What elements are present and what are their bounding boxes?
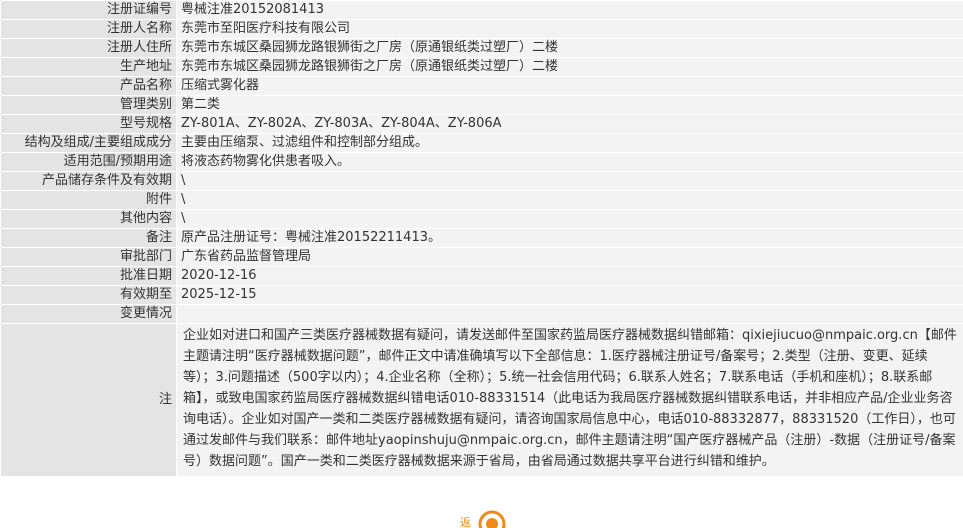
- row-label-product-name: 产品名称: [1, 77, 177, 96]
- row-value-structure: 主要由压缩泵、过滤组件和控制部分组成。: [177, 134, 963, 153]
- row-value-approval-dept: 广东省药品监督管理局: [177, 248, 963, 267]
- detail-row: 有效期至 2025-12-15: [1, 286, 963, 305]
- row-label-registration-no: 注册证编号: [1, 1, 177, 20]
- row-label-valid-until: 有效期至: [1, 286, 177, 305]
- row-label-registrant-address: 注册人住所: [1, 39, 177, 58]
- detail-row: 管理类别 第二类: [1, 96, 963, 115]
- row-label-registrant-name: 注册人名称: [1, 20, 177, 39]
- row-value-intended-use: 将液态药物雾化供患者吸入。: [177, 153, 963, 172]
- detail-rows: 注册证编号 粤械注准20152081413 注册人名称 东莞市至阳医疗科技有限公…: [1, 1, 963, 477]
- row-value-valid-until: 2025-12-15: [177, 286, 963, 305]
- partial-orange-logo-icon: 返: [452, 508, 512, 528]
- detail-row: 结构及组成/主要组成成分 主要由压缩泵、过滤组件和控制部分组成。: [1, 134, 963, 153]
- row-label-model-spec: 型号规格: [1, 115, 177, 134]
- detail-row: 批准日期 2020-12-16: [1, 267, 963, 286]
- row-value-registrant-address: 东莞市东城区桑园狮龙路银狮街之厂房（原通银纸类过塑厂）二楼: [177, 39, 963, 58]
- row-label-approval-date: 批准日期: [1, 267, 177, 286]
- row-value-product-name: 压缩式雾化器: [177, 77, 963, 96]
- row-value-other: \: [177, 210, 963, 229]
- row-value-attachment: \: [177, 191, 963, 210]
- detail-row: 适用范围/预期用途 将液态药物雾化供患者吸入。: [1, 153, 963, 172]
- row-value-approval-date: 2020-12-16: [177, 267, 963, 286]
- note-label: 注: [1, 324, 177, 477]
- row-label-approval-dept: 审批部门: [1, 248, 177, 267]
- change-label: 变更情况: [1, 305, 177, 324]
- row-label-management-class: 管理类别: [1, 96, 177, 115]
- detail-row: 注册人住所 东莞市东城区桑园狮龙路银狮街之厂房（原通银纸类过塑厂）二楼: [1, 39, 963, 58]
- detail-row: 其他内容 \: [1, 210, 963, 229]
- detail-row: 注册证编号 粤械注准20152081413: [1, 1, 963, 20]
- note-text: 企业如对进口和国产三类医疗器械数据有疑问，请发送邮件至国家药监局医疗器械数据纠错…: [177, 324, 963, 477]
- row-label-remark: 备注: [1, 229, 177, 248]
- change-value: [177, 305, 963, 324]
- detail-row: 附件 \: [1, 191, 963, 210]
- change-row: 变更情况: [1, 305, 963, 324]
- row-label-attachment: 附件: [1, 191, 177, 210]
- row-value-registration-no: 粤械注准20152081413: [177, 1, 963, 20]
- note-row: 注 企业如对进口和国产三类医疗器械数据有疑问，请发送邮件至国家药监局医疗器械数据…: [1, 324, 963, 477]
- detail-row: 注册人名称 东莞市至阳医疗科技有限公司: [1, 20, 963, 39]
- detail-row: 生产地址 东莞市东城区桑园狮龙路银狮街之厂房（原通银纸类过塑厂）二楼: [1, 58, 963, 77]
- row-label-production-address: 生产地址: [1, 58, 177, 77]
- detail-row: 审批部门 广东省药品监督管理局: [1, 248, 963, 267]
- row-value-production-address: 东莞市东城区桑园狮龙路银狮街之厂房（原通银纸类过塑厂）二楼: [177, 58, 963, 77]
- row-label-storage: 产品储存条件及有效期: [1, 172, 177, 191]
- row-value-model-spec: ZY-801A、ZY-802A、ZY-803A、ZY-804A、ZY-806A: [177, 115, 963, 134]
- row-value-storage: \: [177, 172, 963, 191]
- row-value-management-class: 第二类: [177, 96, 963, 115]
- registration-detail-table: 注册证编号 粤械注准20152081413 注册人名称 东莞市至阳医疗科技有限公…: [0, 0, 963, 477]
- row-label-structure: 结构及组成/主要组成成分: [1, 134, 177, 153]
- detail-row: 型号规格 ZY-801A、ZY-802A、ZY-803A、ZY-804A、ZY-…: [1, 115, 963, 134]
- detail-row: 产品储存条件及有效期 \: [1, 172, 963, 191]
- detail-row: 产品名称 压缩式雾化器: [1, 77, 963, 96]
- row-label-intended-use: 适用范围/预期用途: [1, 153, 177, 172]
- row-value-remark: 原产品注册证号：粤械注准20152211413。: [177, 229, 963, 248]
- detail-row: 备注 原产品注册证号：粤械注准20152211413。: [1, 229, 963, 248]
- row-value-registrant-name: 东莞市至阳医疗科技有限公司: [177, 20, 963, 39]
- row-label-other: 其他内容: [1, 210, 177, 229]
